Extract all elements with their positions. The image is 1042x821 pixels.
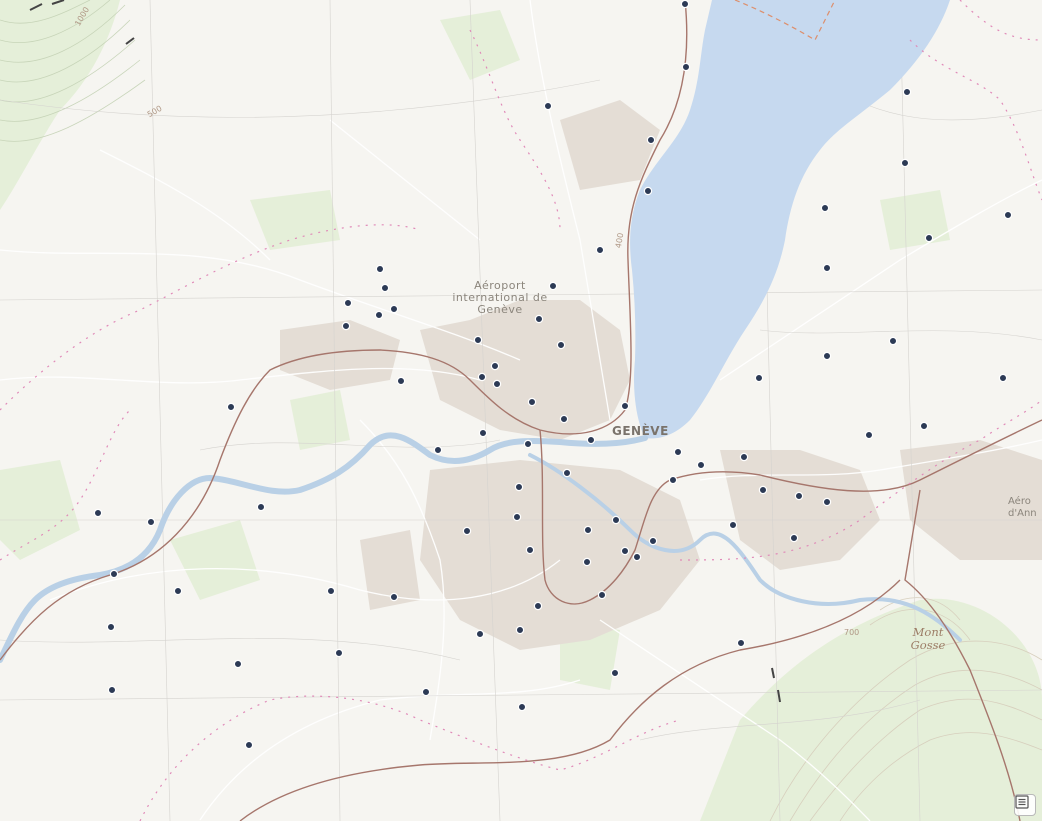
point-marker[interactable] xyxy=(107,685,117,695)
point-marker[interactable] xyxy=(582,557,592,567)
city-label: GENÈVE xyxy=(612,424,669,438)
point-marker[interactable] xyxy=(758,485,768,495)
point-marker[interactable] xyxy=(789,533,799,543)
point-marker[interactable] xyxy=(374,310,384,320)
point-marker[interactable] xyxy=(586,435,596,445)
point-marker[interactable] xyxy=(226,402,236,412)
point-marker[interactable] xyxy=(492,379,502,389)
point-marker[interactable] xyxy=(595,245,605,255)
point-marker[interactable] xyxy=(888,336,898,346)
point-marker[interactable] xyxy=(794,491,804,501)
point-marker[interactable] xyxy=(343,298,353,308)
point-marker[interactable] xyxy=(93,508,103,518)
point-marker[interactable] xyxy=(559,414,569,424)
point-marker[interactable] xyxy=(478,428,488,438)
point-marker[interactable] xyxy=(146,517,156,527)
point-marker[interactable] xyxy=(998,373,1008,383)
point-marker[interactable] xyxy=(820,203,830,213)
point-marker[interactable] xyxy=(902,87,912,97)
point-marker[interactable] xyxy=(620,401,630,411)
point-marker[interactable] xyxy=(739,452,749,462)
point-marker[interactable] xyxy=(632,552,642,562)
point-marker[interactable] xyxy=(924,233,934,243)
point-marker[interactable] xyxy=(562,468,572,478)
point-marker[interactable] xyxy=(673,447,683,457)
point-marker[interactable] xyxy=(525,545,535,555)
point-marker[interactable] xyxy=(109,569,119,579)
point-marker[interactable] xyxy=(620,546,630,556)
point-marker[interactable] xyxy=(611,515,621,525)
point-marker[interactable] xyxy=(583,525,593,535)
point-marker[interactable] xyxy=(597,590,607,600)
point-marker[interactable] xyxy=(256,502,266,512)
point-marker[interactable] xyxy=(512,512,522,522)
point-marker[interactable] xyxy=(527,397,537,407)
point-marker[interactable] xyxy=(668,475,678,485)
point-marker[interactable] xyxy=(864,430,874,440)
point-marker[interactable] xyxy=(380,283,390,293)
point-marker[interactable] xyxy=(244,740,254,750)
point-marker[interactable] xyxy=(822,263,832,273)
point-marker[interactable] xyxy=(643,186,653,196)
contour-label-700: 700 xyxy=(844,628,860,637)
point-marker[interactable] xyxy=(334,648,344,658)
point-marker[interactable] xyxy=(341,321,351,331)
point-marker[interactable] xyxy=(822,497,832,507)
point-marker[interactable] xyxy=(728,520,738,530)
point-marker[interactable] xyxy=(533,601,543,611)
point-marker[interactable] xyxy=(534,314,544,324)
map-canvas[interactable]: Aéroport international de Genève GENÈVE … xyxy=(0,0,1042,821)
point-marker[interactable] xyxy=(173,586,183,596)
point-marker[interactable] xyxy=(375,264,385,274)
point-marker[interactable] xyxy=(477,372,487,382)
point-marker[interactable] xyxy=(681,62,691,72)
point-marker[interactable] xyxy=(473,335,483,345)
airport-label: Aéroport international de Genève xyxy=(452,279,548,316)
point-marker[interactable] xyxy=(680,0,690,9)
point-marker[interactable] xyxy=(396,376,406,386)
point-marker[interactable] xyxy=(515,625,525,635)
point-marker[interactable] xyxy=(523,439,533,449)
point-marker[interactable] xyxy=(389,592,399,602)
point-marker[interactable] xyxy=(754,373,764,383)
point-marker[interactable] xyxy=(326,586,336,596)
point-marker[interactable] xyxy=(919,421,929,431)
point-marker[interactable] xyxy=(543,101,553,111)
legend-button[interactable] xyxy=(1014,794,1036,816)
point-marker[interactable] xyxy=(421,687,431,697)
point-marker[interactable] xyxy=(736,638,746,648)
point-marker[interactable] xyxy=(646,135,656,145)
airport-annecy-label: Aéro d'Ann xyxy=(1008,496,1037,519)
point-marker[interactable] xyxy=(462,526,472,536)
point-marker[interactable] xyxy=(610,668,620,678)
point-marker[interactable] xyxy=(1003,210,1013,220)
point-marker[interactable] xyxy=(433,445,443,455)
point-marker[interactable] xyxy=(696,460,706,470)
point-marker[interactable] xyxy=(514,482,524,492)
point-marker[interactable] xyxy=(648,536,658,546)
point-marker[interactable] xyxy=(233,659,243,669)
point-marker[interactable] xyxy=(389,304,399,314)
point-marker[interactable] xyxy=(517,702,527,712)
marker-layer[interactable] xyxy=(0,0,1042,821)
point-marker[interactable] xyxy=(556,340,566,350)
point-marker[interactable] xyxy=(106,622,116,632)
mountain-label: Mont Gosse xyxy=(910,625,946,652)
point-marker[interactable] xyxy=(900,158,910,168)
point-marker[interactable] xyxy=(475,629,485,639)
point-marker[interactable] xyxy=(822,351,832,361)
point-marker[interactable] xyxy=(490,361,500,371)
